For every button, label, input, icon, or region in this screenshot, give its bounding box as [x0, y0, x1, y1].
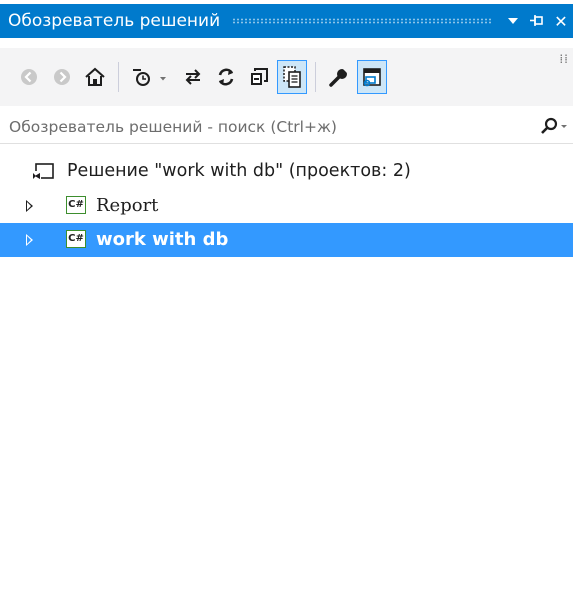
csharp-project-icon: C#	[66, 230, 86, 248]
collapse-all-icon[interactable]	[244, 60, 274, 94]
solution-label: Решение "work with db" (проектов: 2)	[67, 161, 411, 181]
toolbar-separator	[118, 62, 119, 92]
preview-selected-items-icon[interactable]	[357, 60, 387, 94]
refresh-icon[interactable]	[211, 60, 241, 94]
tree-row-solution[interactable]: Решение "work with db" (проектов: 2)	[0, 155, 573, 189]
csharp-project-icon: C#	[66, 196, 86, 214]
drag-grip[interactable]	[232, 18, 493, 24]
sync-with-active-document-icon[interactable]	[178, 60, 208, 94]
project-label: work with db	[96, 229, 229, 250]
home-icon[interactable]	[80, 60, 110, 94]
toolbar-separator	[315, 62, 316, 92]
solution-icon	[32, 162, 56, 186]
show-all-files-icon[interactable]	[277, 60, 307, 94]
close-icon[interactable]: ✕	[549, 9, 573, 33]
tree-row-project[interactable]: C# Report	[0, 189, 573, 223]
search-box[interactable]: Обозреватель решений - поиск (Ctrl+ж)	[0, 110, 573, 144]
project-label: Report	[96, 195, 159, 216]
back-icon[interactable]	[14, 60, 44, 94]
search-icon[interactable]	[525, 112, 573, 142]
expand-arrow-icon[interactable]	[26, 234, 33, 246]
solution-explorer-window: Обозреватель решений ✕ ⁞⁞ Обозреватель р…	[0, 0, 573, 597]
chevron-down-icon[interactable]	[501, 9, 525, 33]
window-title: Обозреватель решений	[8, 11, 221, 31]
pending-changes-filter-icon[interactable]	[127, 60, 175, 94]
properties-icon[interactable]	[324, 60, 354, 94]
tree-row-project-selected[interactable]: C# work with db	[0, 223, 573, 257]
forward-icon[interactable]	[47, 60, 77, 94]
solution-tree: Решение "work with db" (проектов: 2) C# …	[0, 155, 573, 257]
title-bar[interactable]: Обозреватель решений ✕	[0, 4, 573, 38]
pin-icon[interactable]	[525, 9, 549, 33]
expand-arrow-icon[interactable]	[26, 200, 33, 212]
toolbar: ⁞⁞	[0, 48, 573, 106]
search-input[interactable]: Обозреватель решений - поиск (Ctrl+ж)	[9, 118, 525, 136]
toolbar-overflow-icon[interactable]: ⁞⁞	[559, 52, 569, 66]
